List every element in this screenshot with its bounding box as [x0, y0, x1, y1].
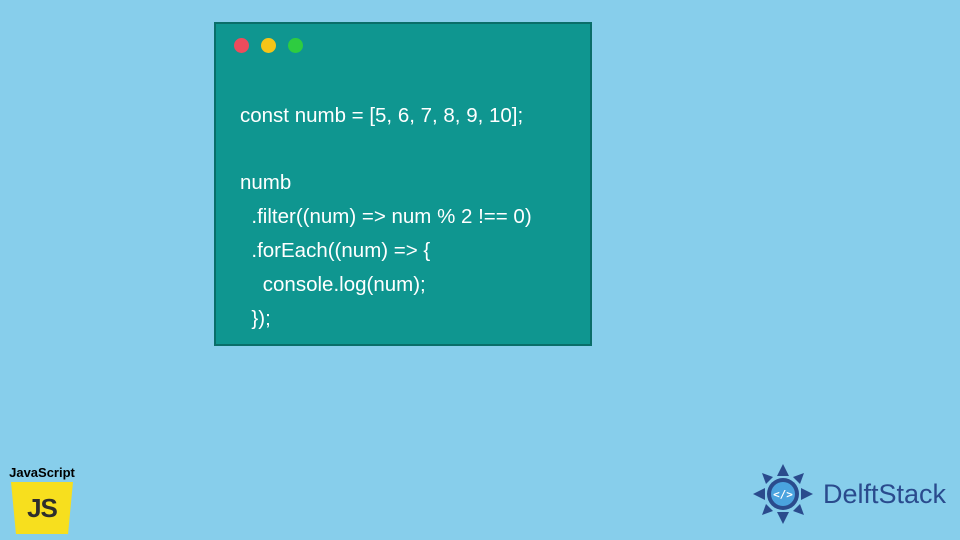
delftstack-logo-icon: </>: [749, 460, 817, 528]
javascript-badge: JavaScript JS: [6, 465, 78, 534]
javascript-label: JavaScript: [6, 465, 78, 480]
code-line: console.log(num);: [240, 273, 426, 296]
javascript-logo-text: JS: [27, 493, 57, 524]
code-line: const numb = [5, 6, 7, 8, 9, 10];: [240, 104, 523, 127]
maximize-icon: [288, 38, 303, 53]
code-window: const numb = [5, 6, 7, 8, 9, 10]; numb .…: [214, 22, 592, 346]
code-line: .forEach((num) => {: [240, 239, 430, 262]
close-icon: [234, 38, 249, 53]
code-content: const numb = [5, 6, 7, 8, 9, 10]; numb .…: [216, 61, 590, 336]
javascript-logo-icon: JS: [11, 482, 73, 534]
code-line: });: [240, 307, 271, 330]
code-line: .filter((num) => num % 2 !== 0): [240, 205, 532, 228]
code-line: numb: [240, 171, 291, 194]
window-traffic-lights: [216, 24, 590, 61]
minimize-icon: [261, 38, 276, 53]
delftstack-name: DelftStack: [823, 479, 946, 510]
svg-text:</>: </>: [773, 488, 793, 501]
delftstack-brand: </> DelftStack: [749, 460, 946, 528]
